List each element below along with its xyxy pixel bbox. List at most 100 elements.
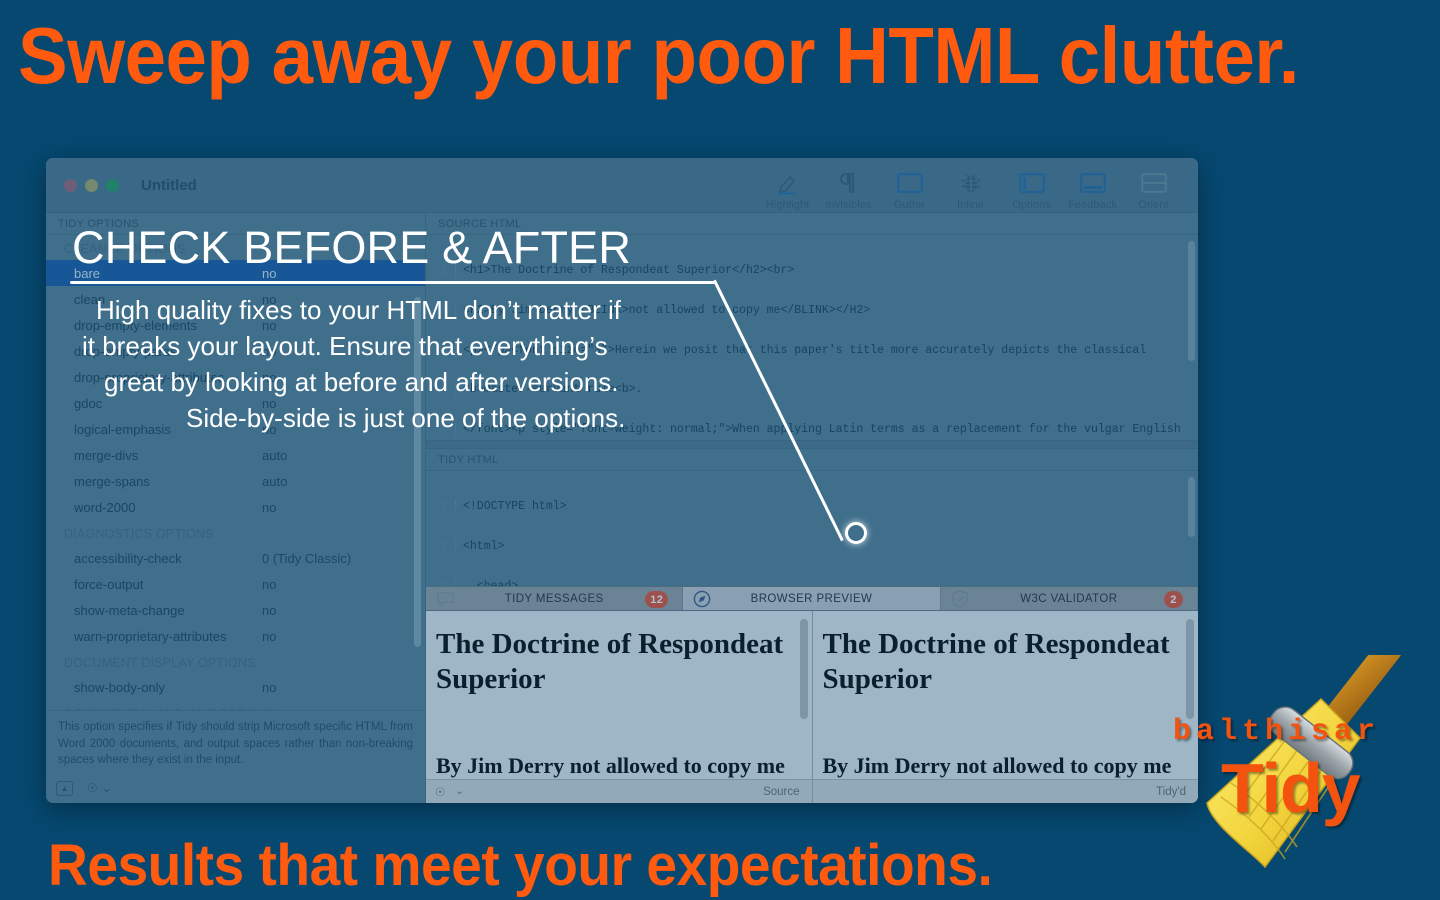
window-titlebar: Untitled Highlight Invisibles Gutter Inl…	[46, 158, 1198, 213]
line-number: 2	[426, 540, 456, 554]
panel-bottom-icon	[1079, 169, 1106, 196]
option-value[interactable]: no	[262, 577, 276, 592]
preview-subheading: By Jim Derry not allowed to copy me	[436, 752, 785, 778]
sidebar-left-icon	[1018, 169, 1045, 196]
option-row-clean[interactable]: clean no	[46, 286, 425, 312]
tab-browser-preview[interactable]: BROWSER PREVIEW	[683, 587, 941, 610]
preview-source-body[interactable]: The Doctrine of Respondeat Superior By J…	[426, 610, 812, 779]
collapse-button[interactable]: ▲	[56, 780, 73, 796]
toolbar-item-invisibles[interactable]: Invisibles	[818, 164, 879, 211]
option-row-drop-empty-paras[interactable]: drop-empty-paras no	[46, 338, 425, 364]
preview-heading: The Doctrine of Respondeat Superior	[822, 627, 1170, 696]
option-row-drop-empty-elements[interactable]: drop-empty-elements no	[46, 312, 425, 338]
toolbar-item-highlight[interactable]: Highlight	[757, 164, 818, 211]
options-group-header: DOCUMENT IN AND OUT OPTIONS	[46, 700, 425, 710]
option-row-merge-divs[interactable]: merge-divs auto	[46, 442, 425, 468]
line-text: <b>master-servant rule<b>.	[463, 383, 643, 397]
app-window: Untitled Highlight Invisibles Gutter Inl…	[46, 158, 1198, 803]
status-badge: 12	[645, 591, 669, 609]
option-row-bare[interactable]: bare no	[46, 260, 425, 286]
option-value[interactable]: no	[262, 344, 276, 359]
option-row-force-output[interactable]: force-output no	[46, 571, 425, 597]
option-row-show-body-only[interactable]: show-body-only no	[46, 674, 425, 700]
tidy-code-text[interactable]: 1<!DOCTYPE html> 2<html> 3 <head> 4 <met…	[426, 471, 1198, 587]
option-value[interactable]: no	[262, 396, 276, 411]
preview-source-footer: ☉ ⌄ Source	[426, 779, 812, 803]
option-row-warn-proprietary-attributes[interactable]: warn-proprietary-attributes no	[46, 623, 425, 649]
option-value[interactable]: no	[262, 680, 276, 695]
option-name: logical-emphasis	[74, 421, 171, 437]
options-menu-button[interactable]: ☉ ⌄	[87, 781, 112, 795]
option-value[interactable]: no	[262, 422, 276, 437]
toolbar-item-options[interactable]: Options	[1001, 164, 1062, 211]
option-name: force-output	[74, 576, 144, 592]
tab-label: W3C VALIDATOR	[1020, 592, 1118, 605]
source-html-pane[interactable]: 1 <h1>The Doctrine of Respondeat Superior…	[426, 235, 1198, 441]
line-text: <head>	[463, 579, 519, 587]
line-text: <html>	[463, 540, 505, 554]
window-title: Untitled	[141, 176, 197, 194]
option-row-logical-emphasis[interactable]: logical-emphasis no	[46, 416, 425, 442]
tidy-scrollbar[interactable]	[1188, 477, 1195, 537]
gear-icon[interactable]: ☉	[435, 785, 445, 799]
toolbar-item-gutter[interactable]: Gutter	[879, 164, 940, 211]
options-list[interactable]: CLEANUP OPTIONS bare no clean no drop-em…	[46, 235, 425, 710]
option-value[interactable]: no	[262, 603, 276, 618]
line-text: </font><p style="font-weight: normal;">W…	[463, 422, 1181, 436]
code-line: 1 <h1>The Doctrine of Respondeat Superior…	[426, 264, 1198, 278]
line-number: 3	[426, 343, 456, 357]
source-pane-header: SOURCE HTML	[426, 213, 1198, 235]
options-scrollbar[interactable]	[414, 297, 421, 647]
option-row-merge-spans[interactable]: merge-spans auto	[46, 468, 425, 494]
line-text: <p></p><font size="3">Herein we posit th…	[463, 343, 1147, 357]
option-value[interactable]: auto	[262, 474, 287, 489]
option-value[interactable]: no	[262, 370, 276, 385]
toolbar-item-inline[interactable]: Inline	[940, 164, 1001, 211]
minimize-button[interactable]	[85, 178, 98, 192]
option-value[interactable]: no	[262, 500, 276, 515]
preview-tidyd: The Doctrine of Respondeat Superior By J…	[812, 610, 1198, 803]
option-value[interactable]: no	[262, 629, 276, 644]
preview-source: The Doctrine of Respondeat Superior By J…	[426, 610, 813, 803]
option-row-word-2000[interactable]: word-2000 no	[46, 494, 425, 520]
tab-tidy-messages[interactable]: TIDY MESSAGES 12	[426, 587, 684, 610]
tidy-html-pane[interactable]: 1<!DOCTYPE html> 2<html> 3 <head> 4 <met…	[426, 471, 1198, 587]
option-description: This option specifies if Tidy should str…	[46, 709, 425, 773]
source-scrollbar[interactable]	[1188, 241, 1195, 361]
option-value[interactable]: auto	[262, 448, 287, 463]
option-value[interactable]: no	[262, 292, 276, 307]
option-row-gdoc[interactable]: gdoc no	[46, 390, 425, 416]
option-value[interactable]: no	[262, 266, 276, 281]
preview-scrollbar[interactable]	[799, 618, 808, 719]
pilcrow-icon	[837, 169, 861, 196]
browser-preview-area: The Doctrine of Respondeat Superior By J…	[426, 610, 1198, 803]
option-name: merge-spans	[74, 473, 150, 489]
option-row-drop-proprietary-attributes[interactable]: drop-proprietary-attributes no	[46, 364, 425, 390]
option-name: merge-divs	[74, 447, 139, 463]
toolbar-label: Highlight	[765, 199, 810, 211]
code-line: <b>master-servant rule<b>.	[426, 383, 1198, 397]
zoom-button[interactable]	[106, 178, 119, 192]
source-code-text[interactable]: 1 <h1>The Doctrine of Respondeat Superior…	[426, 235, 1198, 440]
toolbar-item-feedback[interactable]: Feedback	[1062, 164, 1123, 211]
option-name: drop-empty-paras	[74, 343, 177, 359]
pane-divider[interactable]	[426, 440, 1198, 449]
preview-tidyd-body[interactable]: The Doctrine of Respondeat Superior By J…	[812, 610, 1198, 779]
toolbar-label: Orient	[1138, 199, 1169, 211]
preview-footer-label: Source	[763, 785, 800, 798]
rectangle-outline-icon	[896, 169, 923, 196]
tab-w3c-validator[interactable]: W3C VALIDATOR 2	[941, 587, 1198, 610]
toolbar: Highlight Invisibles Gutter Inline Optio…	[757, 164, 1184, 211]
option-row-show-meta-change[interactable]: show-meta-change no	[46, 597, 425, 623]
sidebar-footer: ▲ ☉ ⌄	[46, 773, 425, 803]
traffic-lights	[64, 178, 119, 192]
code-line: 2 <html>	[426, 540, 1198, 554]
close-button[interactable]	[64, 178, 77, 192]
tab-label: BROWSER PREVIEW	[750, 592, 873, 605]
tidy-pane-header: TIDY HTML	[426, 449, 1198, 471]
chevron-down-icon[interactable]: ⌄	[455, 786, 463, 797]
option-value[interactable]: 0 (Tidy Classic)	[262, 551, 351, 566]
option-row-accessibility-check[interactable]: accessibility-check 0 (Tidy Classic)	[46, 545, 425, 571]
toolbar-item-orient[interactable]: Orient	[1123, 164, 1184, 211]
option-value[interactable]: no	[262, 318, 276, 333]
